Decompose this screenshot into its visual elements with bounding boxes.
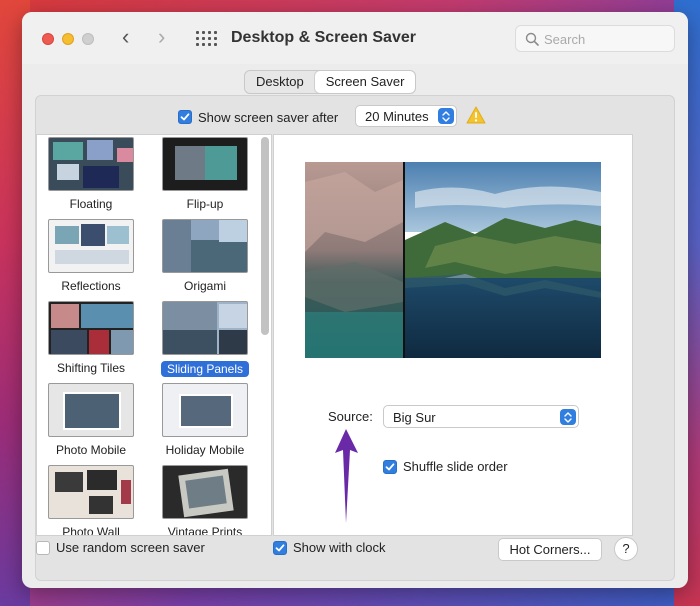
saver-item-reflections[interactable]: Reflections: [41, 219, 141, 293]
search-field[interactable]: [515, 25, 675, 52]
checkmark-icon: [275, 543, 285, 551]
saver-name: Floating: [69, 197, 113, 211]
saver-item-vintage-prints[interactable]: Vintage Prints: [155, 465, 255, 536]
saver-name: Shifting Tiles: [56, 361, 126, 375]
source-select[interactable]: Big Sur: [383, 405, 579, 428]
saver-thumbnail: [48, 465, 134, 519]
random-saver-label: Use random screen saver: [56, 540, 205, 555]
saver-item-holiday-mobile[interactable]: Holiday Mobile: [155, 383, 255, 457]
random-saver-checkbox[interactable]: [36, 540, 50, 555]
saver-thumbnail: [48, 301, 134, 355]
show-clock-row: Show with clock: [273, 540, 385, 555]
saver-name: Reflections: [61, 279, 121, 293]
show-after-select[interactable]: 20 Minutes: [355, 105, 457, 127]
saver-name: Vintage Prints: [167, 525, 243, 536]
saver-item-photo-wall[interactable]: Photo Wall: [41, 465, 141, 536]
show-after-value: 20 Minutes: [365, 109, 429, 124]
grid-icon[interactable]: [196, 31, 217, 47]
warning-icon[interactable]: [466, 106, 486, 127]
saver-thumbnail: [48, 383, 134, 437]
stepper-icon: [438, 108, 454, 124]
tab-screen-saver[interactable]: Screen Saver: [314, 71, 416, 93]
arrow-annotation-icon: [332, 425, 360, 530]
show-clock-label: Show with clock: [293, 540, 386, 555]
saver-thumbnail: [162, 465, 248, 519]
saver-item-origami[interactable]: Origami: [155, 219, 255, 293]
saver-thumbnail: [162, 137, 248, 191]
saver-item-floating[interactable]: Floating: [41, 137, 141, 211]
show-clock-checkbox[interactable]: [273, 540, 287, 555]
title-bar: ‹ › Desktop & Screen Saver: [22, 12, 688, 64]
stepper-icon: [560, 409, 576, 425]
show-after-row: Show screen saver after: [178, 106, 338, 128]
source-label: Source:: [328, 409, 373, 424]
saver-thumbnail: [162, 219, 248, 273]
chevron-left-icon[interactable]: ‹: [122, 26, 129, 48]
checkmark-icon: [180, 113, 190, 121]
search-input[interactable]: [544, 30, 664, 48]
saver-thumbnail: [162, 301, 248, 355]
shuffle-label: Shuffle slide order: [403, 459, 508, 474]
chevron-right-icon[interactable]: ›: [158, 26, 165, 48]
list-scrollbar[interactable]: [261, 137, 269, 335]
segmented-tabs: Desktop Screen Saver: [244, 70, 417, 94]
shuffle-row: Shuffle slide order: [383, 459, 508, 474]
source-value: Big Sur: [393, 410, 436, 425]
show-after-checkbox[interactable]: [178, 110, 192, 124]
saver-name: Holiday Mobile: [165, 443, 245, 457]
shuffle-checkbox[interactable]: [383, 459, 397, 474]
minimize-button[interactable]: [62, 33, 74, 45]
checkmark-icon: [385, 462, 395, 470]
random-saver-row: Use random screen saver: [36, 540, 205, 555]
saver-item-sliding-panels[interactable]: Sliding Panels: [155, 301, 255, 377]
saver-name: Photo Wall: [62, 525, 120, 536]
close-button[interactable]: [42, 33, 54, 45]
saver-item-flip-up[interactable]: Flip-up: [155, 137, 255, 211]
saver-item-shifting-tiles[interactable]: Shifting Tiles: [41, 301, 141, 375]
saver-thumbnail: [48, 219, 134, 273]
saver-name: Origami: [183, 279, 226, 293]
preview-image: [305, 162, 601, 358]
screen-saver-list[interactable]: Floating Flip-up Reflections Origami Shi…: [36, 134, 272, 536]
tab-desktop[interactable]: Desktop: [245, 71, 315, 93]
search-icon: [525, 32, 539, 46]
saver-name: Flip-up: [186, 197, 224, 211]
saver-name: Photo Mobile: [55, 443, 127, 457]
saver-name: Sliding Panels: [160, 361, 250, 377]
saver-thumbnail: [48, 137, 134, 191]
window-title: Desktop & Screen Saver: [231, 29, 416, 46]
show-after-label: Show screen saver after: [198, 109, 339, 125]
zoom-button[interactable]: [82, 33, 94, 45]
help-button[interactable]: ?: [614, 537, 638, 561]
saver-item-photo-mobile[interactable]: Photo Mobile: [41, 383, 141, 457]
saver-thumbnail: [162, 383, 248, 437]
hot-corners-button[interactable]: Hot Corners...: [498, 538, 602, 561]
